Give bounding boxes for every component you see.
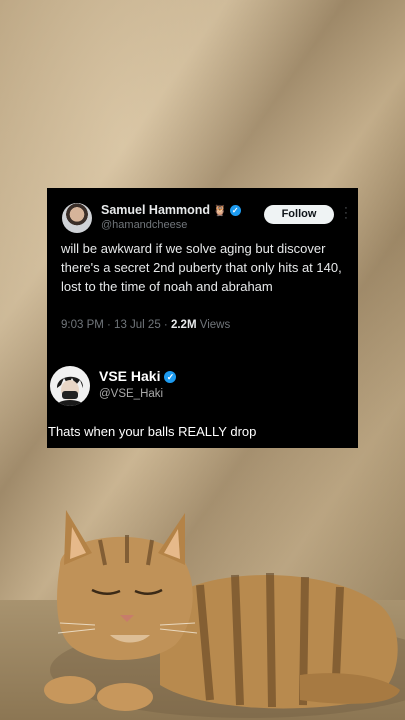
follow-button[interactable]: Follow <box>264 205 334 224</box>
author-handle[interactable]: @hamandcheese <box>101 219 187 231</box>
verified-badge-icon: ✓ <box>229 205 241 216</box>
reply-author-name[interactable]: VSE Haki ✓ <box>99 368 177 384</box>
more-options-icon[interactable]: · · · <box>343 203 349 224</box>
owl-emoji: 🦉 <box>213 205 227 217</box>
author-name[interactable]: Samuel Hammond 🦉 ✓ <box>101 203 241 217</box>
tweet-text: will be awkward if we solve aging but di… <box>61 241 342 294</box>
views-count: 2.2M <box>170 319 197 331</box>
tweet-screenshot-card: Samuel Hammond 🦉 ✓ @hamandcheese Follow · ·… <box>47 188 358 448</box>
reply-author-handle[interactable]: @VSE_Haki <box>99 388 163 400</box>
tweet-meta: 9:03 PM · 13 Jul 25 · 2.2M Views <box>61 319 230 331</box>
masked-figure-icon <box>56 376 84 406</box>
sleeping-cat-image <box>44 510 405 718</box>
tweet-timestamp[interactable]: 9:03 PM · 13 Jul 25 · <box>61 319 171 331</box>
reply-avatar[interactable] <box>50 366 90 406</box>
verified-badge-icon: ✓ <box>164 371 177 383</box>
author-avatar[interactable] <box>62 203 92 233</box>
views-label: Views <box>196 319 231 331</box>
reply-text: Thats when your balls REALLY drop <box>48 424 257 439</box>
